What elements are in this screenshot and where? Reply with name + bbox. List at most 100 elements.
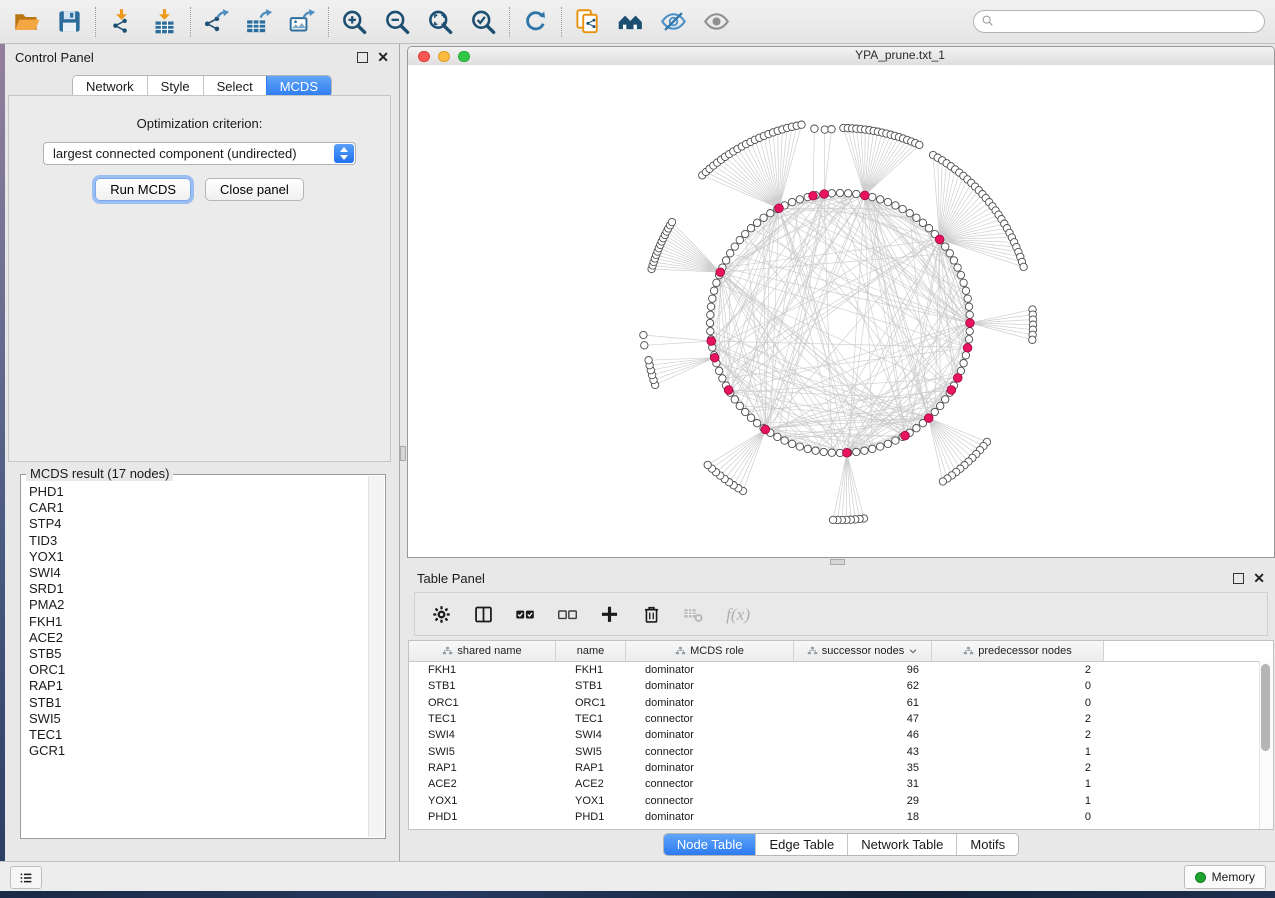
network-node[interactable]	[710, 287, 717, 294]
network-node[interactable]	[884, 198, 891, 205]
mcds-result-item[interactable]: RAP1	[29, 678, 368, 694]
optimization-criterion-select[interactable]: largest connected component (undirected)	[43, 142, 356, 165]
refresh-layout-button[interactable]	[521, 7, 550, 36]
network-node[interactable]	[812, 447, 819, 454]
network-node[interactable]	[820, 448, 827, 455]
mcds-hub-node[interactable]	[954, 374, 963, 383]
network-node[interactable]	[706, 319, 713, 326]
show-eye-button[interactable]	[702, 7, 731, 36]
mcds-result-item[interactable]: TID3	[29, 533, 368, 549]
network-node[interactable]	[950, 257, 957, 264]
network-node[interactable]	[753, 219, 760, 226]
network-node[interactable]	[709, 295, 716, 302]
mcds-hub-node[interactable]	[761, 425, 770, 434]
network-node[interactable]	[937, 402, 944, 409]
table-settings-button[interactable]	[431, 604, 452, 625]
network-node[interactable]	[722, 257, 729, 264]
network-node[interactable]	[742, 230, 749, 237]
import-table-button[interactable]	[150, 7, 179, 36]
close-panel-icon[interactable]: ✕	[377, 52, 389, 62]
mcds-hub-node[interactable]	[861, 191, 870, 200]
network-node[interactable]	[931, 408, 938, 415]
table-row[interactable]: SWI5SWI5connector431	[409, 743, 1273, 759]
import-network-button[interactable]	[107, 7, 136, 36]
deselect-all-button[interactable]	[557, 604, 578, 625]
column-header-MCDS-role[interactable]: MCDS role	[626, 641, 794, 661]
mcds-result-item[interactable]: SRD1	[29, 581, 368, 597]
mcds-result-item[interactable]: YOX1	[29, 549, 368, 565]
table-row[interactable]: PHD1PHD1dominator180	[409, 809, 1273, 825]
network-node[interactable]	[869, 193, 876, 200]
table-row[interactable]: FKH1FKH1dominator962	[409, 662, 1273, 678]
minimize-window-button[interactable]	[438, 51, 450, 63]
table-row[interactable]: TEC1TEC1connector472	[409, 711, 1273, 727]
export-image-button[interactable]	[288, 7, 317, 36]
network-node[interactable]	[804, 445, 811, 452]
network-node[interactable]	[707, 311, 714, 318]
tab-network-table[interactable]: Network Table	[847, 834, 956, 855]
mcds-hub-node[interactable]	[716, 268, 725, 277]
network-node[interactable]	[925, 225, 932, 232]
mcds-result-item[interactable]: TEC1	[29, 727, 368, 743]
show-columns-button[interactable]	[473, 604, 494, 625]
search-input[interactable]	[973, 10, 1265, 33]
network-node[interactable]	[811, 125, 818, 132]
network-node[interactable]	[892, 202, 899, 209]
network-window-titlebar[interactable]: YPA_prune.txt_1	[408, 47, 1274, 66]
tab-style[interactable]: Style	[147, 76, 203, 97]
mcds-hub-node[interactable]	[775, 204, 784, 213]
network-node[interactable]	[954, 264, 961, 271]
network-document-button[interactable]	[573, 7, 602, 36]
mcds-hub-node[interactable]	[809, 192, 818, 201]
zoom-in-button[interactable]	[340, 7, 369, 36]
network-node[interactable]	[845, 190, 852, 197]
network-node[interactable]	[704, 461, 711, 468]
mcds-result-item[interactable]: STP4	[29, 516, 368, 532]
network-node[interactable]	[640, 331, 647, 338]
open-file-button[interactable]	[12, 7, 41, 36]
zoom-fit-button[interactable]	[426, 7, 455, 36]
network-node[interactable]	[869, 445, 876, 452]
network-node[interactable]	[965, 336, 972, 343]
vertical-splitter-handle[interactable]	[400, 446, 406, 461]
home-button[interactable]	[616, 7, 645, 36]
mcds-result-item[interactable]: CAR1	[29, 500, 368, 516]
table-scrollbar-thumb[interactable]	[1261, 664, 1270, 751]
network-node[interactable]	[877, 443, 884, 450]
network-node[interactable]	[942, 396, 949, 403]
network-node[interactable]	[736, 402, 743, 409]
close-panel-button[interactable]: Close panel	[205, 178, 304, 201]
table-row[interactable]: YOX1YOX1connector291	[409, 792, 1273, 808]
network-node[interactable]	[731, 243, 738, 250]
mcds-result-item[interactable]: SWI5	[29, 711, 368, 727]
network-node[interactable]	[966, 311, 973, 318]
mcds-result-item[interactable]: PHD1	[29, 484, 368, 500]
tab-network[interactable]: Network	[73, 76, 147, 97]
zoom-selected-button[interactable]	[469, 7, 498, 36]
mcds-result-item[interactable]: PMA2	[29, 597, 368, 613]
column-header-shared-name[interactable]: shared name	[409, 641, 556, 661]
table-scrollbar[interactable]	[1259, 661, 1273, 829]
hide-panels-button[interactable]	[659, 7, 688, 36]
mcds-result-item[interactable]: STB1	[29, 695, 368, 711]
network-node[interactable]	[892, 437, 899, 444]
mcds-result-item[interactable]: ACE2	[29, 630, 368, 646]
network-node[interactable]	[828, 190, 835, 197]
network-node[interactable]	[884, 440, 891, 447]
mcds-result-scrollbar[interactable]	[368, 476, 384, 837]
network-node[interactable]	[836, 189, 843, 196]
network-node[interactable]	[829, 516, 836, 523]
tab-mcds[interactable]: MCDS	[266, 76, 331, 97]
network-node[interactable]	[965, 303, 972, 310]
network-node[interactable]	[942, 243, 949, 250]
network-node[interactable]	[913, 214, 920, 221]
mcds-result-item[interactable]: GCR1	[29, 743, 368, 759]
mcds-hub-node[interactable]	[966, 319, 975, 328]
memory-button[interactable]: Memory	[1184, 865, 1266, 889]
network-node[interactable]	[960, 360, 967, 367]
network-node[interactable]	[1029, 336, 1036, 343]
network-node[interactable]	[796, 196, 803, 203]
network-node[interactable]	[719, 375, 726, 382]
network-node[interactable]	[645, 357, 652, 364]
network-node[interactable]	[767, 210, 774, 217]
